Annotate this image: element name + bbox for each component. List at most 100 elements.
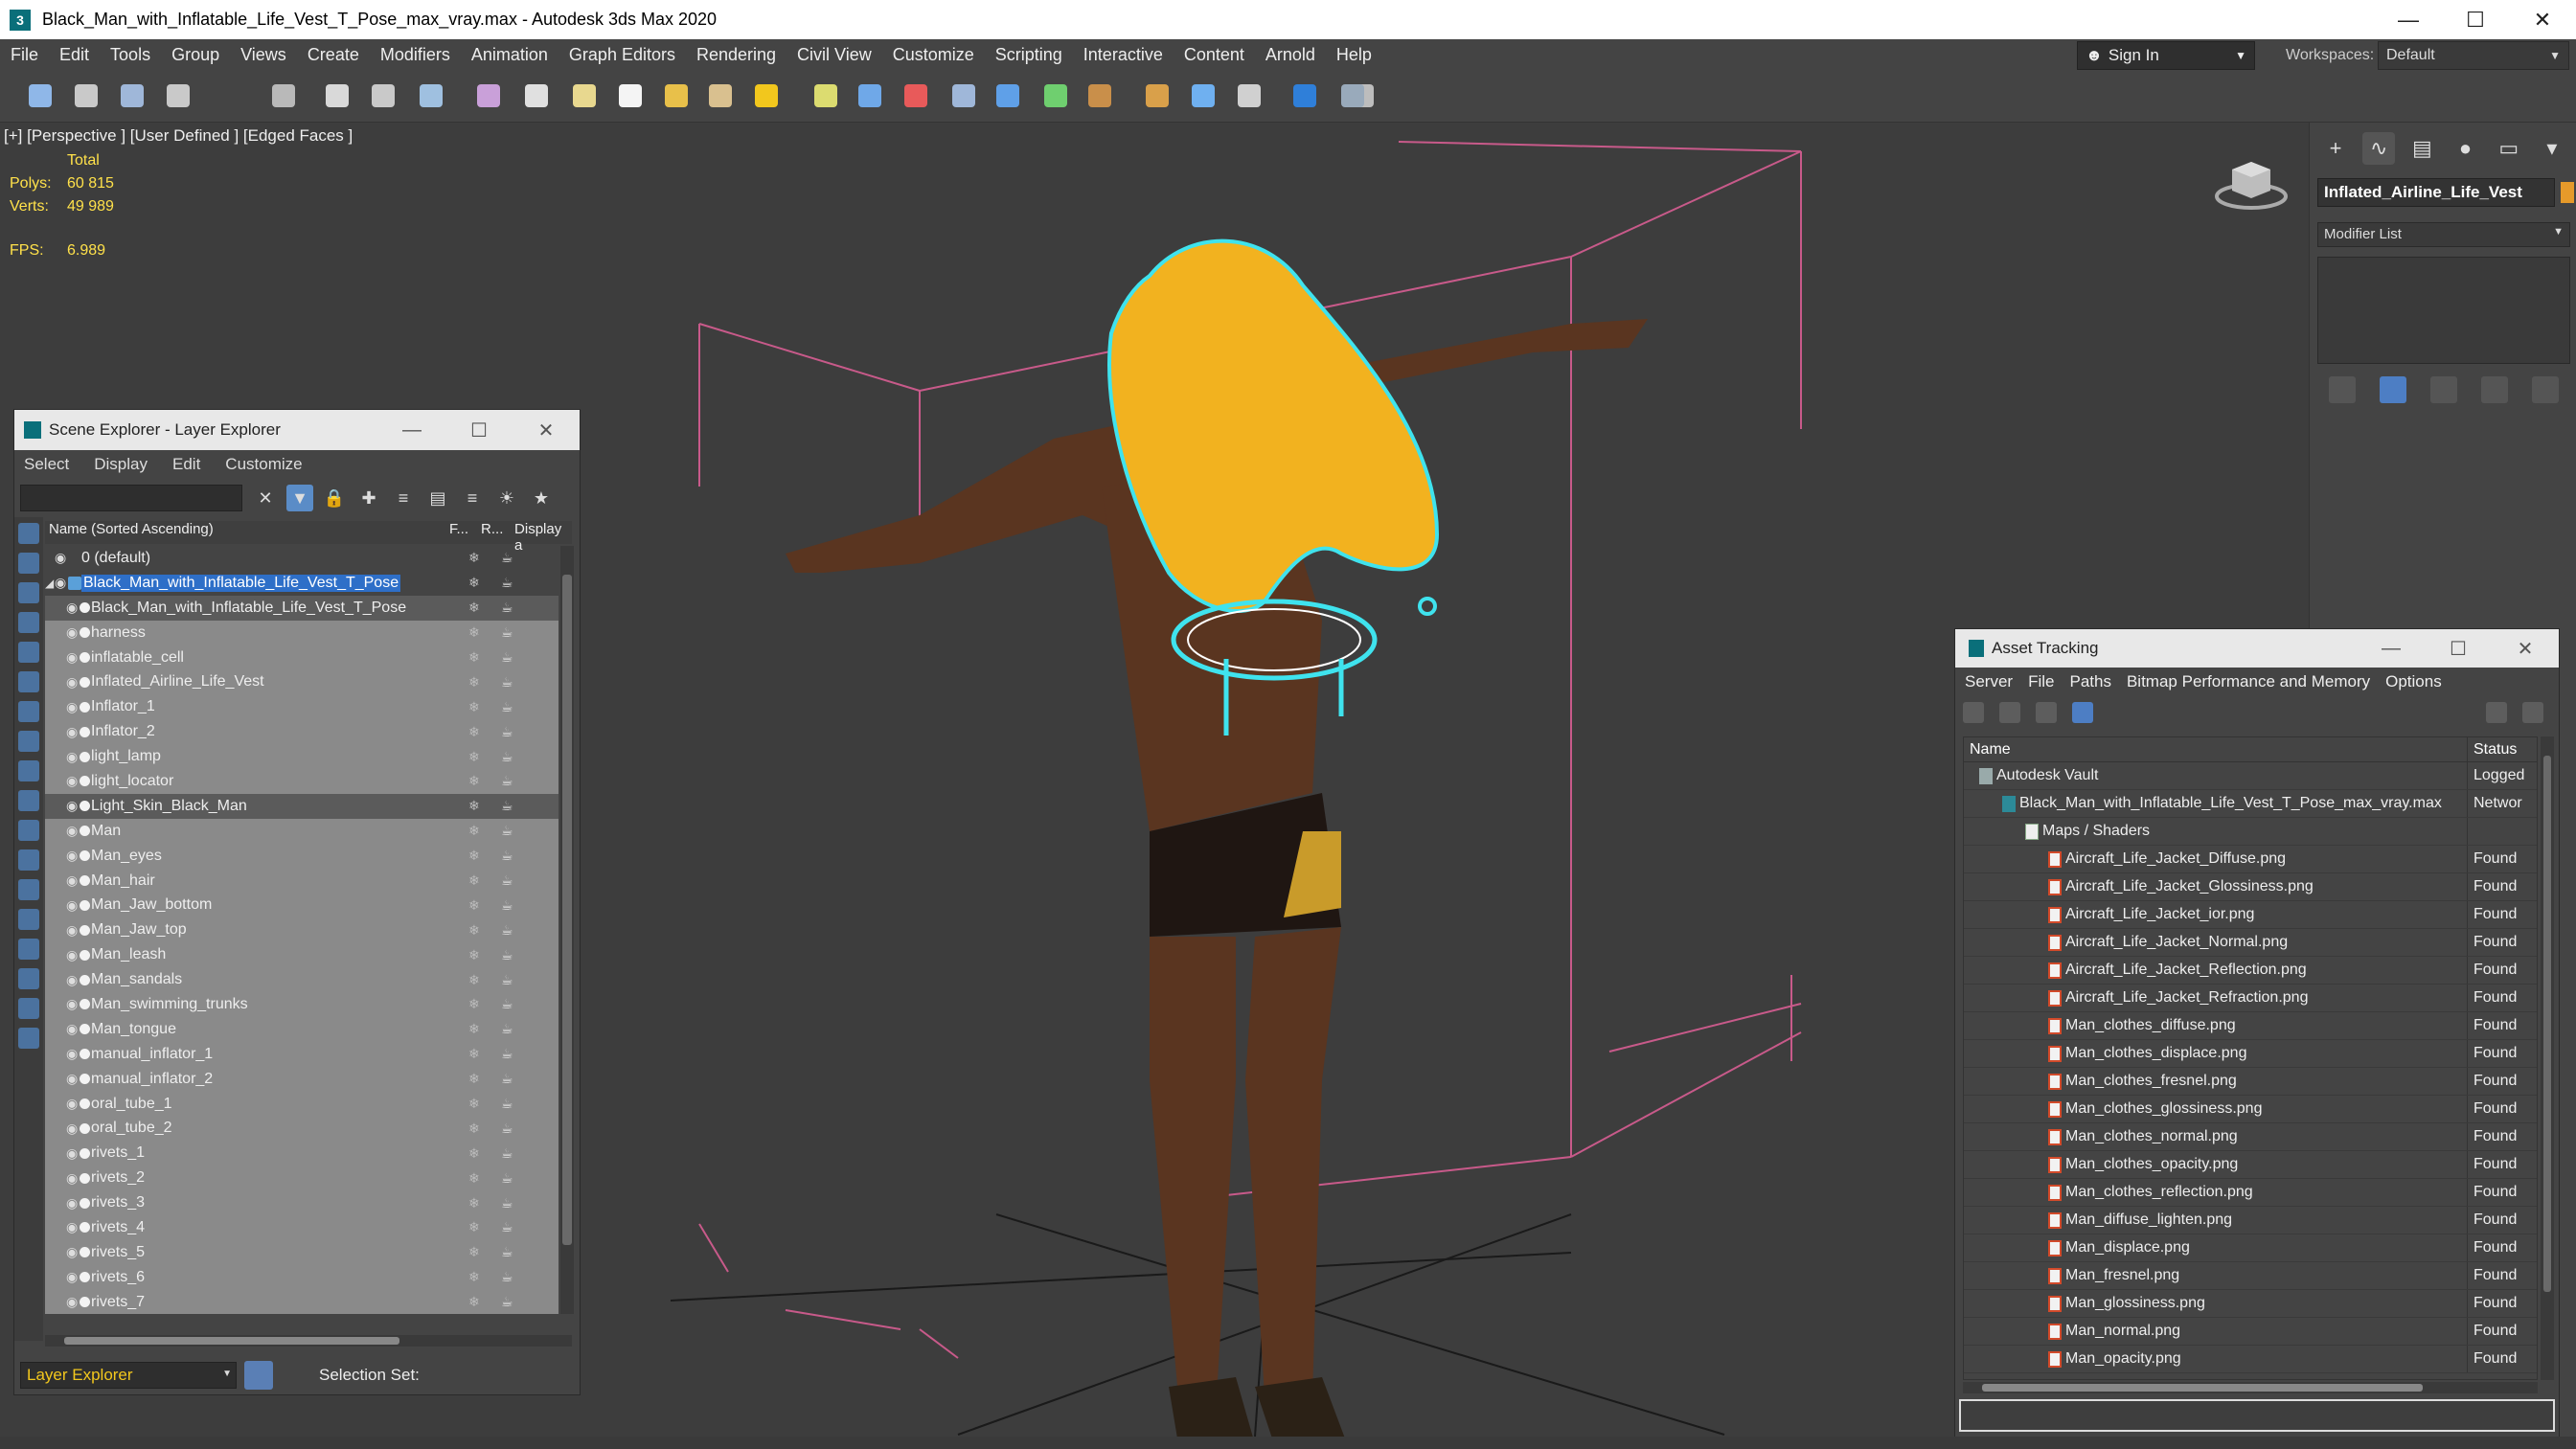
explorer-type-dropdown[interactable]: Layer Explorer ▼	[20, 1362, 237, 1389]
display-none-icon[interactable]	[18, 909, 39, 930]
table-view-icon[interactable]	[2072, 702, 2093, 723]
display-filter-icon[interactable]	[18, 998, 39, 1019]
asset-tracking-vscrollbar[interactable]	[2541, 736, 2554, 1380]
freeze-icon[interactable]: ❄	[468, 699, 480, 715]
freeze-icon[interactable]: ❄	[468, 724, 480, 740]
make-unique-icon[interactable]	[2429, 376, 2457, 403]
select-object-icon[interactable]	[372, 84, 395, 107]
rectangle-selection-icon[interactable]	[477, 84, 500, 107]
clear-search-icon[interactable]: ✕	[252, 485, 279, 511]
tree-row[interactable]: ◉ rivets_4 ❄ ☕	[45, 1215, 559, 1240]
use-pivot-icon[interactable]	[755, 84, 778, 107]
asset-row[interactable]: Man_fresnel.png Found	[1964, 1262, 2537, 1290]
hierarchy-icon[interactable]: ▤	[424, 485, 451, 511]
refresh-icon[interactable]	[1963, 702, 1984, 723]
menu-graph-editors[interactable]: Graph Editors	[559, 45, 686, 65]
tree-row[interactable]: ◉ harness ❄ ☕	[45, 620, 559, 645]
menu-help[interactable]: Help	[1326, 45, 1382, 65]
keyboard-shortcut-icon[interactable]	[858, 84, 881, 107]
settings-icon[interactable]	[2522, 702, 2543, 723]
freeze-icon[interactable]: ❄	[468, 798, 480, 814]
at-menu-server[interactable]: Server	[1965, 672, 2013, 691]
render-column-header[interactable]: R...	[481, 521, 514, 544]
tree-row[interactable]: ◉ Man_Jaw_top ❄ ☕	[45, 917, 559, 943]
display-shapes-icon[interactable]	[18, 553, 39, 574]
scene-explorer-vscrollbar[interactable]	[560, 546, 574, 1314]
asset-row[interactable]: Man_clothes_diffuse.png Found	[1964, 1012, 2537, 1040]
freeze-icon[interactable]: ❄	[468, 848, 480, 864]
asset-row[interactable]: Aircraft_Life_Jacket_ior.png Found	[1964, 901, 2537, 929]
tree-row[interactable]: ◉ Light_Skin_Black_Man ❄ ☕	[45, 793, 559, 819]
select-manipulate-icon[interactable]	[814, 84, 837, 107]
freeze-icon[interactable]: ❄	[468, 1071, 480, 1087]
asset-row[interactable]: Man_opacity.png Found	[1964, 1346, 2537, 1373]
tree-row[interactable]: ◉ Black_Man_with_Inflatable_Life_Vest_T_P…	[45, 595, 559, 621]
render-teapot-icon[interactable]: ☕	[501, 872, 513, 889]
minimize-button[interactable]: —	[2358, 638, 2425, 660]
bind-spacewarp-icon[interactable]	[272, 84, 295, 107]
modify-tab-icon[interactable]: ∿	[2362, 132, 2396, 165]
tree-row[interactable]: ◉ Inflated_Airline_Life_Vest ❄ ☕	[45, 669, 559, 695]
display-bones-icon[interactable]	[18, 760, 39, 781]
display-column-header[interactable]: Display a	[514, 521, 572, 554]
display-children-icon[interactable]	[18, 968, 39, 989]
at-menu-file[interactable]: File	[2028, 672, 2054, 691]
freeze-icon[interactable]: ❄	[468, 1121, 480, 1137]
create-tab-icon[interactable]: +	[2319, 132, 2352, 165]
asset-tracking-status-field[interactable]	[1959, 1399, 2555, 1432]
freeze-icon[interactable]: ❄	[468, 872, 480, 889]
display-groups-icon[interactable]	[18, 701, 39, 722]
align-icon[interactable]	[1192, 84, 1215, 107]
configure-modifier-sets-icon[interactable]	[2531, 376, 2559, 403]
list-view-icon[interactable]	[1999, 702, 2020, 723]
redo-icon[interactable]	[75, 84, 98, 107]
selection-filter-icon[interactable]	[326, 84, 349, 107]
select-scale-icon[interactable]	[665, 84, 688, 107]
menu-civil-view[interactable]: Civil View	[786, 45, 882, 65]
tree-row[interactable]: ◉ Man_swimming_trunks ❄ ☕	[45, 992, 559, 1017]
freeze-icon[interactable]: ❄	[468, 947, 480, 963]
window-crossing-icon[interactable]	[525, 84, 548, 107]
display-containers-icon[interactable]	[18, 790, 39, 811]
viewcube-icon[interactable]	[2213, 156, 2290, 214]
freeze-icon[interactable]: ❄	[468, 624, 480, 641]
tree-row[interactable]: ◉ light_lamp ❄ ☕	[45, 744, 559, 770]
render-teapot-icon[interactable]: ☕	[501, 996, 513, 1012]
minimize-button[interactable]: —	[2375, 0, 2442, 39]
layer-row[interactable]: ◉ 0 (default) ❄ ☕	[45, 546, 559, 571]
asset-row[interactable]: Aircraft_Life_Jacket_Normal.png Found	[1964, 929, 2537, 957]
render-teapot-icon[interactable]: ☕	[501, 1294, 513, 1310]
tree-row[interactable]: ◉ Inflator_2 ❄ ☕	[45, 719, 559, 745]
display-geometry-icon[interactable]	[18, 523, 39, 544]
display-invert-icon[interactable]	[18, 939, 39, 960]
reference-coordinate-icon[interactable]	[709, 84, 732, 107]
asset-row[interactable]: Man_clothes_displace.png Found	[1964, 1040, 2537, 1068]
tree-row[interactable]: ◉ rivets_5 ❄ ☕	[45, 1239, 559, 1265]
object-color-swatch[interactable]	[2561, 182, 2574, 203]
scene-explorer-search-input[interactable]	[20, 485, 242, 511]
asset-tracking-titlebar[interactable]: Asset Tracking — ☐ ✕	[1955, 629, 2559, 668]
asset-row[interactable]: Man_clothes_reflection.png Found	[1964, 1179, 2537, 1207]
asset-row[interactable]: Aircraft_Life_Jacket_Glossiness.png Found	[1964, 873, 2537, 901]
layers-toggle-icon[interactable]	[244, 1361, 273, 1390]
render-teapot-icon[interactable]: ☕	[501, 823, 513, 839]
percent-snap-icon[interactable]	[996, 84, 1019, 107]
asset-row[interactable]: Man_clothes_normal.png Found	[1964, 1123, 2537, 1151]
freeze-icon[interactable]: ❄	[468, 823, 480, 839]
render-teapot-icon[interactable]: ☕	[501, 1219, 513, 1235]
menu-rendering[interactable]: Rendering	[686, 45, 786, 65]
menu-views[interactable]: Views	[230, 45, 297, 65]
at-menu-bitmap-performance-and-memory[interactable]: Bitmap Performance and Memory	[2127, 672, 2370, 691]
freeze-column-header[interactable]: F...	[449, 521, 481, 544]
render-teapot-icon[interactable]: ☕	[501, 1195, 513, 1211]
se-menu-edit[interactable]: Edit	[172, 455, 200, 474]
freeze-icon[interactable]: ❄	[468, 1269, 480, 1285]
name-column-header[interactable]: Name (Sorted Ascending)	[45, 521, 449, 544]
render-teapot-icon[interactable]: ☕	[501, 649, 513, 666]
asset-row[interactable]: Man_clothes_fresnel.png Found	[1964, 1068, 2537, 1096]
link-icon[interactable]	[121, 84, 144, 107]
display-tab-icon[interactable]: ▭	[2493, 132, 2525, 165]
asset-row[interactable]: Aircraft_Life_Jacket_Diffuse.png Found	[1964, 846, 2537, 873]
remove-modifier-icon[interactable]	[2480, 376, 2508, 403]
render-teapot-icon[interactable]: ☕	[501, 848, 513, 864]
